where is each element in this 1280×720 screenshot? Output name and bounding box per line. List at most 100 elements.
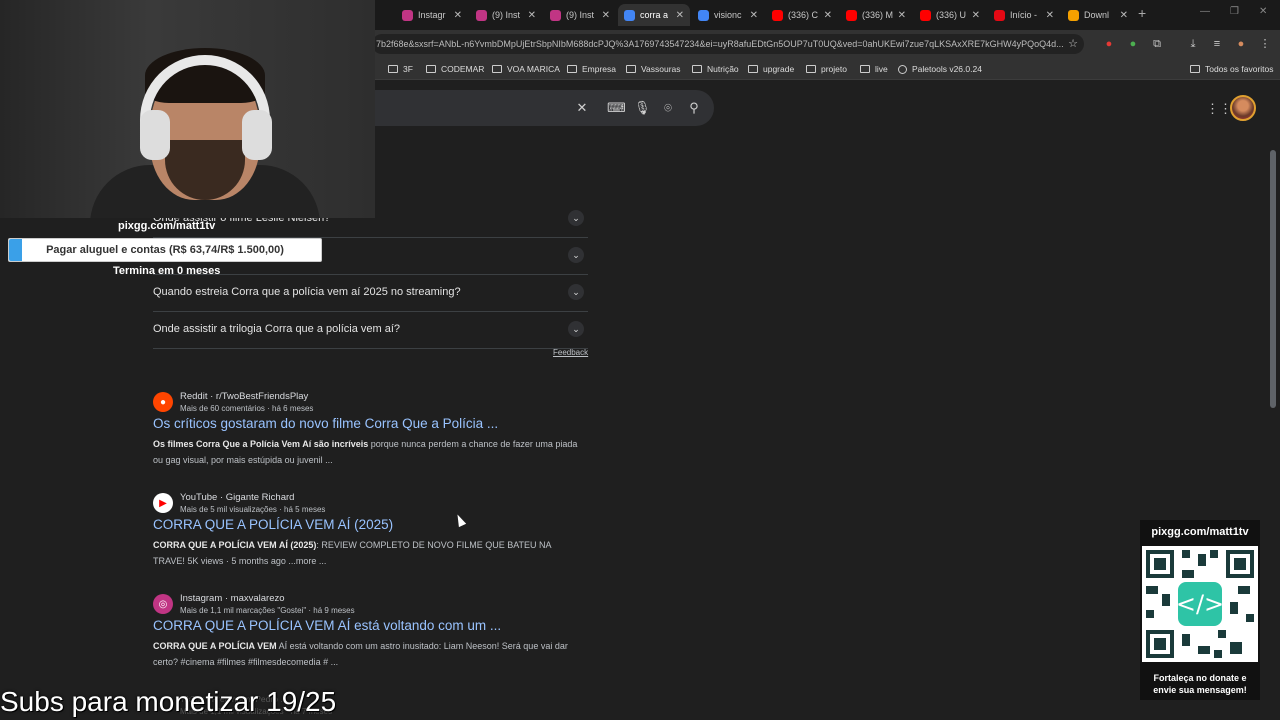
tab-label: (9) Inst <box>566 10 595 20</box>
tab-close-icon[interactable]: ✕ <box>528 10 536 21</box>
tab[interactable]: Instagr ✕ <box>396 4 468 26</box>
address-bar[interactable]: 7b2f68e&sxsrf=ANbL-n6YvmbDMpUjEtrSbpNIbM… <box>372 34 1084 54</box>
tab[interactable]: visionc ✕ <box>692 4 764 26</box>
chevron-down-icon: ⌄ <box>568 284 584 300</box>
microphone-icon[interactable]: 🎙 <box>634 100 651 116</box>
bookmark-item[interactable]: CODEMAR <box>426 64 484 74</box>
menu-kebab-icon[interactable]: ⋮ <box>1258 37 1272 51</box>
chevron-down-icon: ⌄ <box>568 247 584 263</box>
favicon-icon <box>550 9 561 21</box>
tab-close-icon[interactable]: ✕ <box>1046 10 1054 21</box>
qr-caption: Fortaleça no donate e envie sua mensagem! <box>1153 673 1247 695</box>
subs-counter-text: Subs para monetizar 19/25 <box>0 686 337 717</box>
paa-question: Onde assistir a trilogia Corra que a pol… <box>153 323 401 335</box>
folder-icon <box>692 65 702 73</box>
feedback-link[interactable]: Feedback <box>553 348 588 357</box>
folder-icon <box>492 65 502 73</box>
paa-item[interactable]: Quando estreia Corra que a polícia vem a… <box>153 275 588 312</box>
avatar[interactable] <box>1230 95 1256 121</box>
result-snippet: CORRA QUE A POLÍCIA VEM AÍ (2025): REVIE… <box>153 540 552 566</box>
tab-close-icon[interactable]: ✕ <box>824 10 832 21</box>
tab-label: Início - <box>1010 10 1038 20</box>
bookmark-item[interactable]: Paletools v26.0.24 <box>898 64 982 74</box>
tab[interactable]: Início - ✕ <box>988 4 1060 26</box>
minimize-icon[interactable]: — <box>1200 6 1210 17</box>
tab[interactable]: (336) M ✕ <box>840 4 912 26</box>
tab-close-icon[interactable]: ✕ <box>602 10 610 21</box>
lens-icon[interactable]: ⌾ <box>660 100 676 116</box>
profile-icon[interactable]: ● <box>1234 37 1248 51</box>
tab-close-icon[interactable]: ✕ <box>454 10 462 21</box>
tab[interactable]: corra a ✕ <box>618 4 690 26</box>
favicon-icon <box>1068 9 1079 21</box>
result-meta: Mais de 5 mil visualizações · há 5 meses <box>180 505 326 514</box>
tab[interactable]: (9) Inst ✕ <box>470 4 542 26</box>
tab[interactable]: Downl ✕ <box>1062 4 1134 26</box>
tab-close-icon[interactable]: ✕ <box>898 10 906 21</box>
tab-label: Downl <box>1084 10 1110 20</box>
chevron-down-icon: ⌄ <box>568 321 584 337</box>
tab-label: (336) C <box>788 10 819 20</box>
donation-goal-bar: Pagar aluguel e contas (R$ 63,74/R$ 1.50… <box>8 238 322 262</box>
qr-title: pixgg.com/matt1tv <box>1151 526 1249 538</box>
result-title-link[interactable]: CORRA QUE A POLÍCIA VEM AÍ está voltando… <box>153 618 501 633</box>
tab[interactable]: (9) Inst ✕ <box>544 4 616 26</box>
result-title-link[interactable]: Os críticos gostaram do novo filme Corra… <box>153 416 498 431</box>
media-icon[interactable]: ≡ <box>1210 37 1224 51</box>
maximize-icon[interactable]: ❐ <box>1230 6 1239 17</box>
tab[interactable]: (336) C ✕ <box>766 4 838 26</box>
tab-close-icon[interactable]: ✕ <box>676 10 684 21</box>
bookmark-star-icon[interactable]: ☆ <box>1068 34 1078 54</box>
download-icon[interactable]: ⤓ <box>1186 37 1200 51</box>
folder-icon <box>426 65 436 73</box>
qr-donation-panel: pixgg.com/matt1tv </> Fortaleça no donat… <box>1140 520 1260 700</box>
tab-label: Instagr <box>418 10 446 20</box>
tab-close-icon[interactable]: ✕ <box>750 10 758 21</box>
bookmark-item[interactable]: projeto <box>806 64 847 74</box>
extensions-puzzle-icon[interactable]: ⧉ <box>1150 37 1164 51</box>
search-icon[interactable]: ⚲ <box>686 100 702 116</box>
folder-icon <box>806 65 816 73</box>
folder-icon <box>567 65 577 73</box>
extension-icon[interactable]: ● <box>1102 37 1116 51</box>
favicon-icon <box>920 9 931 21</box>
folder-icon <box>626 65 636 73</box>
tab-close-icon[interactable]: ✕ <box>1120 10 1128 21</box>
extension-icon[interactable]: ● <box>1126 37 1140 51</box>
tab[interactable]: (336) U ✕ <box>914 4 986 26</box>
globe-icon <box>898 64 907 74</box>
result-snippet: Os filmes Corra Que a Polícia Vem Aí são… <box>153 439 578 465</box>
result-source[interactable]: Instagram · maxvalarezo <box>180 593 285 604</box>
svg-text:</>: </> <box>1176 590 1224 618</box>
donation-link-text: pixgg.com/matt1tv <box>118 220 216 232</box>
keyboard-icon[interactable]: ⌨ <box>607 100 626 116</box>
paa-item[interactable]: Onde assistir a trilogia Corra que a pol… <box>153 312 588 349</box>
goal-end-text: Termina em 0 meses <box>113 265 221 277</box>
bookmark-item[interactable]: Nutrição <box>692 64 739 74</box>
favicon-icon <box>402 9 413 21</box>
all-bookmarks[interactable]: Todos os favoritos <box>1190 64 1274 74</box>
tab-label: corra a <box>640 10 669 20</box>
clear-icon[interactable]: ✕ <box>574 100 590 116</box>
bookmark-item[interactable]: VOA MARICA <box>492 64 560 74</box>
result-title-link[interactable]: CORRA QUE A POLÍCIA VEM AÍ (2025) <box>153 517 393 532</box>
result-source[interactable]: YouTube · Gigante Richard <box>180 492 294 503</box>
favicon-icon <box>994 9 1005 21</box>
bookmark-item[interactable]: Empresa <box>567 64 616 74</box>
mouse-cursor-icon <box>453 512 467 528</box>
new-tab-button[interactable]: + <box>1138 5 1146 21</box>
instagram-icon: ◎ <box>153 594 173 614</box>
goal-text: Pagar aluguel e contas (R$ 63,74/R$ 1.50… <box>46 244 284 256</box>
bookmark-item[interactable]: Vassouras <box>626 64 681 74</box>
bookmark-item[interactable]: live <box>860 64 888 74</box>
reddit-icon: ● <box>153 392 173 412</box>
tab-close-icon[interactable]: ✕ <box>972 10 980 21</box>
close-window-icon[interactable]: ✕ <box>1259 6 1267 17</box>
bookmark-item[interactable]: 3F <box>388 64 413 74</box>
chevron-down-icon: ⌄ <box>568 210 584 226</box>
scrollbar[interactable] <box>1270 150 1276 408</box>
favicon-icon <box>624 9 635 21</box>
result-meta: Mais de 60 comentários · há 6 meses <box>180 404 314 413</box>
result-source[interactable]: Reddit · r/TwoBestFriendsPlay <box>180 391 308 402</box>
bookmark-item[interactable]: upgrade <box>748 64 794 74</box>
